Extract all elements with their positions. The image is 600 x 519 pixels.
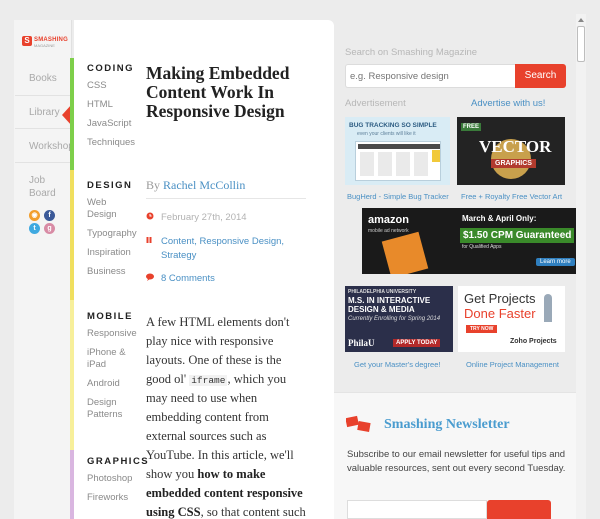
clock-icon <box>146 212 154 220</box>
article-intro: A few HTML elements don't play nice with… <box>146 313 306 519</box>
ad-vector-graphics[interactable]: FREE VECTOR GRAPHICS <box>457 117 565 185</box>
ad-line: Done Faster <box>464 306 536 321</box>
newsletter-text: Subscribe to our email newsletter for us… <box>347 449 566 474</box>
ad-screenshot <box>355 141 441 181</box>
coding-stripe <box>70 58 74 170</box>
ad-badge: FREE <box>461 123 482 131</box>
envelope-icon <box>346 415 371 432</box>
graphics-stripe <box>70 450 74 519</box>
newsletter-email-input[interactable] <box>347 500 487 519</box>
ad-caption[interactable]: Free + Royalty Free Vector Art <box>461 192 562 201</box>
search-input[interactable] <box>345 64 515 88</box>
ad-logo: PhilaU <box>348 338 375 348</box>
byline: By Rachel McCollin <box>146 178 245 193</box>
nav-item-books[interactable]: Books <box>15 72 71 85</box>
ad-headline: VECTOR <box>479 137 552 156</box>
design-stripe <box>70 170 74 300</box>
article-title[interactable]: Making Embedded Content Work In Responsi… <box>146 64 311 121</box>
ad-bugherd[interactable]: BUG TRACKING SO SIMPLE even your clients… <box>345 117 450 185</box>
intro-text: , which you may need to use when embeddi… <box>146 372 294 481</box>
ad-zoho[interactable]: Get Projects Done Faster TRY NOW Zoho Pr… <box>458 286 565 352</box>
category-link[interactable]: Design Patterns <box>87 397 127 421</box>
ad-line: Get Projects <box>464 291 536 306</box>
category-graphics: GRAPHICS Photoshop Fireworks <box>87 456 150 511</box>
category-link[interactable]: iPhone & iPad <box>87 347 127 371</box>
ad-caption[interactable]: Get your Master's degree! <box>354 360 440 369</box>
search-label: Search on Smashing Magazine <box>345 47 478 58</box>
byline-prefix: By <box>146 178 161 192</box>
ad-caption[interactable]: Online Project Management <box>466 360 559 369</box>
inline-code: iframe <box>189 375 228 386</box>
category-link[interactable]: Web Design <box>87 197 127 221</box>
browser-viewport: S SMASHING MAGAZINE Books Library Worksh… <box>0 0 600 519</box>
newsletter-title: Smashing Newsletter <box>384 417 510 432</box>
category-link[interactable]: Photoshop <box>87 473 141 485</box>
category-title: DESIGN <box>87 180 133 191</box>
comment-icon <box>146 273 154 281</box>
category-link[interactable]: HTML <box>87 99 141 111</box>
rocket-icon <box>544 294 552 322</box>
googleplus-icon[interactable]: g <box>44 223 55 234</box>
category-link[interactable]: Business <box>87 266 141 278</box>
twitter-icon[interactable]: t <box>29 223 40 234</box>
ad-brand-sub: mobile ad network <box>368 228 409 234</box>
publish-date: February 27th, 2014 <box>161 212 247 223</box>
category-link[interactable]: Inspiration <box>87 247 141 259</box>
advertise-link[interactable]: Advertise with us! <box>471 98 545 109</box>
ad-cta[interactable]: Learn more <box>536 258 575 266</box>
category-link[interactable]: Android <box>87 378 141 390</box>
rss-icon[interactable]: ◉ <box>29 210 40 221</box>
category-link[interactable]: CSS <box>87 80 141 92</box>
ad-line: Currently Enrolling for Spring 2014 <box>348 316 441 322</box>
nav-item-workshops[interactable]: Workshops <box>15 140 79 153</box>
comments-link[interactable]: 8 Comments <box>161 272 301 286</box>
ad-headline: BUG TRACKING SO SIMPLE <box>349 122 437 129</box>
divider <box>146 198 306 199</box>
nav-divider <box>15 128 71 129</box>
ad-philau[interactable]: PHILADELPHIA UNIVERSITY M.S. IN INTERACT… <box>345 286 453 352</box>
ad-line: $1.50 CPM Guaranteed <box>460 228 575 243</box>
ad-sub: GRAPHICS <box>491 159 536 168</box>
newsletter-subscribe-button[interactable] <box>487 500 551 519</box>
ad-caption[interactable]: BugHerd - Simple Bug Tracker <box>347 192 449 201</box>
nav-divider <box>15 162 71 163</box>
category-link[interactable]: Techniques <box>87 137 141 149</box>
nav-divider <box>15 95 71 96</box>
ad-amazon[interactable]: amazon mobile ad network March & April O… <box>362 208 576 274</box>
ad-cta[interactable]: APPLY TODAY <box>393 339 441 347</box>
category-design: DESIGN Web Design Typography Inspiration… <box>87 180 141 285</box>
ad-phone-graphic <box>381 231 429 274</box>
scroll-up-icon[interactable] <box>578 18 584 22</box>
advertisement-label: Advertisement <box>345 98 406 109</box>
logo-sub: MAGAZINE <box>34 43 55 48</box>
ad-line: March & April Only: <box>462 214 537 223</box>
category-link[interactable]: JavaScript <box>87 118 141 130</box>
ad-line: for Qualified Apps <box>462 244 502 250</box>
ad-cta[interactable]: TRY NOW <box>466 325 498 333</box>
article-tags[interactable]: Content, Responsive Design, Strategy <box>161 235 301 263</box>
ad-logo: Zoho Projects <box>510 338 557 345</box>
logo-s-icon: S <box>22 36 32 46</box>
category-title: GRAPHICS <box>87 456 150 467</box>
ad-headline: M.S. IN INTERACTIVE DESIGN & MEDIA <box>348 296 431 314</box>
category-coding: CODING CSS HTML JavaScript Techniques <box>87 63 141 156</box>
ad-sub: even your clients will like it <box>357 131 416 137</box>
scrollbar[interactable] <box>576 14 586 519</box>
category-mobile: MOBILE Responsive iPhone & iPad Android … <box>87 311 141 428</box>
ad-top: PHILADELPHIA UNIVERSITY <box>348 289 417 295</box>
scrollbar-thumb[interactable] <box>577 26 585 62</box>
ad-brand: amazon <box>368 214 409 226</box>
tag-icon <box>146 237 152 243</box>
mobile-stripe <box>70 300 74 450</box>
category-link[interactable]: Fireworks <box>87 492 141 504</box>
author-link[interactable]: Rachel McCollin <box>163 178 245 192</box>
smashing-logo[interactable]: S SMASHING MAGAZINE <box>22 36 68 48</box>
category-link[interactable]: Typography <box>87 228 141 240</box>
category-title: CODING <box>87 63 134 74</box>
category-link[interactable]: Responsive <box>87 328 141 340</box>
nav-item-job-board[interactable]: Job Board <box>15 174 56 200</box>
category-title: MOBILE <box>87 311 133 322</box>
search-button[interactable]: Search <box>515 64 566 88</box>
facebook-icon[interactable]: f <box>44 210 55 221</box>
